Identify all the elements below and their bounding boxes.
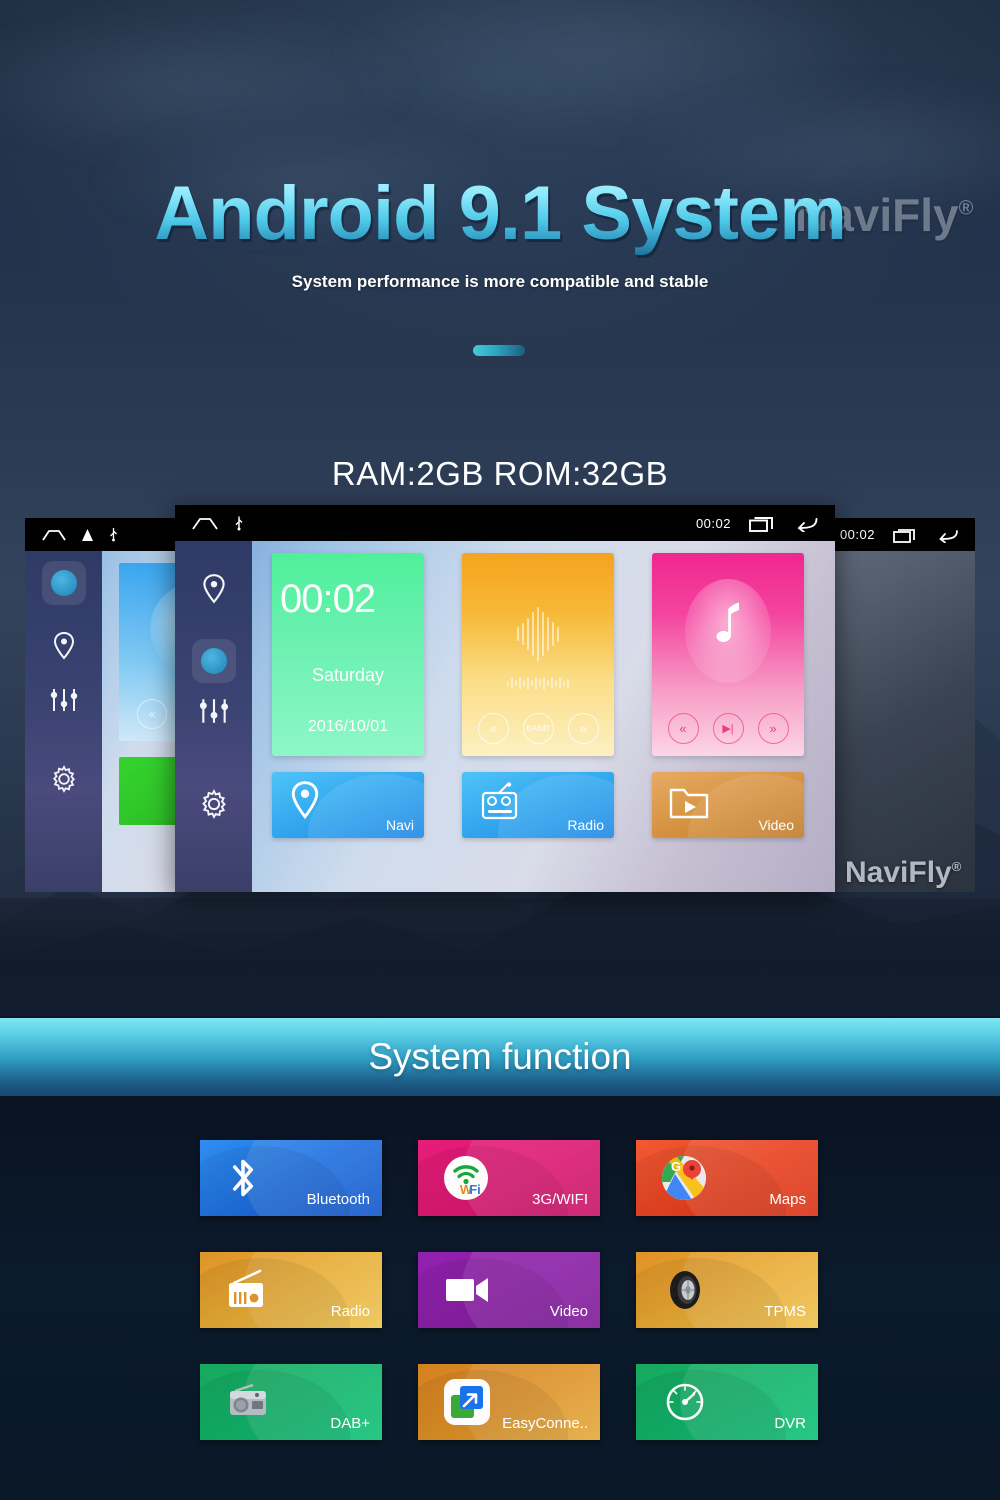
- device-main-content: 00:02 Saturday 2016/10/01 « BAND » « ▶| …: [252, 541, 835, 892]
- tire-icon: [670, 1271, 700, 1309]
- app-tile-label: TPMS: [764, 1303, 806, 1320]
- google-maps-icon: G: [662, 1156, 706, 1200]
- sliders-icon[interactable]: [198, 697, 230, 725]
- app-tile-video[interactable]: Video: [418, 1252, 600, 1328]
- recents-icon[interactable]: [749, 515, 775, 532]
- app-tile-radio[interactable]: Radio: [200, 1252, 382, 1328]
- navi-tile-label: Navi: [385, 817, 414, 833]
- device-main: 00:02 00:02 Saturday 2016/10/01 « BAND »…: [175, 505, 835, 892]
- app-tile-label: DVR: [774, 1415, 806, 1432]
- app-tile-dab[interactable]: DAB+: [200, 1364, 382, 1440]
- app-tile-tpms[interactable]: TPMS: [636, 1252, 818, 1328]
- page-subtitle: System performance is more compatible an…: [291, 272, 709, 291]
- warning-icon: [82, 528, 93, 541]
- music-controls: « ▶| »: [652, 713, 804, 744]
- video-folder-icon: [669, 788, 709, 819]
- navifly-watermark-device: NaviFly®: [845, 856, 961, 890]
- video-camera-icon: [446, 1278, 488, 1302]
- ram-rom-spec: RAM:2GB ROM:32GB: [331, 455, 669, 492]
- device-main-rail: [175, 541, 252, 892]
- music-next-button[interactable]: »: [757, 713, 789, 744]
- app-tile-label: Video: [549, 1303, 588, 1320]
- sliders-icon[interactable]: [49, 687, 79, 713]
- device-showcase: « 00:02 Instructions: [0, 505, 1000, 898]
- app-tile-label: Bluetooth: [306, 1191, 370, 1208]
- app-tile-label: DAB+: [330, 1415, 370, 1432]
- music-card[interactable]: « ▶| »: [652, 553, 804, 756]
- app-tile-label: EasyConne..: [502, 1415, 588, 1432]
- app-tile-maps[interactable]: G Maps: [636, 1140, 818, 1216]
- registered-mark: ®: [951, 859, 962, 874]
- music-play-button[interactable]: ▶|: [712, 713, 744, 744]
- navifly-watermark-device-text: NaviFly: [845, 856, 952, 889]
- bluetooth-icon: [232, 1159, 254, 1197]
- section-title: System function: [368, 1036, 632, 1077]
- gear-icon[interactable]: [50, 765, 78, 793]
- app-tile-label: 3G/WIFI: [532, 1191, 588, 1208]
- svg-text:G: G: [671, 1159, 681, 1174]
- app-tile-label: Radio: [330, 1303, 370, 1320]
- radio-band-button[interactable]: BAND: [522, 713, 554, 744]
- svg-text:Fi: Fi: [469, 1182, 481, 1197]
- easyconnect-icon: [444, 1379, 490, 1425]
- radio-next-button[interactable]: »: [567, 713, 599, 744]
- equalizer-graphic: [462, 605, 614, 663]
- app-grid: Bluetooth W Fi 3G/WIFI G Maps Radio Vide…: [200, 1140, 818, 1440]
- recents-icon[interactable]: [893, 527, 917, 543]
- location-pin-icon[interactable]: [200, 573, 228, 605]
- clock-date: 2016/10/01: [307, 718, 389, 735]
- back-icon[interactable]: [793, 515, 819, 532]
- dab-radio-icon: [230, 1383, 266, 1415]
- radio-icon: [481, 782, 518, 820]
- page-title: Android 9.1 System: [0, 170, 1000, 257]
- radio-icon: [229, 1269, 263, 1307]
- page-root: NaviFly® Android 9.1 System System perfo…: [0, 0, 1000, 1500]
- radio-prev-button[interactable]: «: [477, 713, 509, 744]
- music-prev-button[interactable]: «: [667, 713, 699, 744]
- active-dot: [200, 648, 227, 674]
- radio-tile[interactable]: Radio: [462, 772, 614, 838]
- usb-icon: [110, 528, 117, 542]
- home-icon[interactable]: [191, 516, 219, 531]
- status-clock-main: 00:02: [695, 515, 731, 531]
- radio-controls: « BAND »: [462, 713, 614, 744]
- wifi-icon: W Fi: [444, 1156, 488, 1200]
- video-tile[interactable]: Video: [652, 772, 804, 838]
- app-grid-section: Bluetooth W Fi 3G/WIFI G Maps Radio Vide…: [0, 1096, 1000, 1500]
- back-icon[interactable]: [935, 527, 959, 543]
- status-bar-main: 00:02: [175, 505, 835, 541]
- clock-card[interactable]: 00:02 Saturday 2016/10/01: [272, 553, 424, 756]
- usb-icon: [235, 516, 243, 531]
- app-tile-label: Maps: [769, 1191, 806, 1208]
- location-pin-icon: [291, 781, 319, 819]
- app-tile-easyconnect[interactable]: EasyConne..: [418, 1364, 600, 1440]
- app-tile-bluetooth[interactable]: Bluetooth: [200, 1140, 382, 1216]
- section-header-bar: System function: [0, 1018, 1000, 1096]
- card-row-top: 00:02 Saturday 2016/10/01 « BAND » « ▶| …: [272, 553, 815, 756]
- app-tile-dvr[interactable]: DVR: [636, 1364, 818, 1440]
- video-tile-label: Video: [758, 817, 794, 833]
- device-main-screen: 00:02 Saturday 2016/10/01 « BAND » « ▶| …: [175, 541, 835, 892]
- status-clock-right: 00:02: [839, 527, 875, 542]
- rail-active-indicator[interactable]: [41, 561, 86, 605]
- rail-active-indicator[interactable]: [191, 639, 236, 683]
- app-tile-3g-wifi[interactable]: W Fi 3G/WIFI: [418, 1140, 600, 1216]
- radio-card[interactable]: « BAND »: [462, 553, 614, 756]
- active-dot: [50, 570, 77, 596]
- card-row-bottom: Navi Radio Video: [272, 772, 815, 838]
- home-icon[interactable]: [41, 528, 67, 542]
- location-pin-icon[interactable]: [51, 631, 77, 661]
- speedometer-icon: [666, 1383, 704, 1421]
- accent-pill: [473, 345, 525, 356]
- clock-time: 00:02: [280, 577, 376, 621]
- clock-weekday: Saturday: [311, 665, 385, 685]
- radio-tile-label: Radio: [567, 817, 604, 833]
- waveform-graphic: [462, 675, 614, 691]
- navi-tile[interactable]: Navi: [272, 772, 424, 838]
- music-note-icon: [716, 602, 739, 642]
- gear-icon[interactable]: [199, 789, 229, 819]
